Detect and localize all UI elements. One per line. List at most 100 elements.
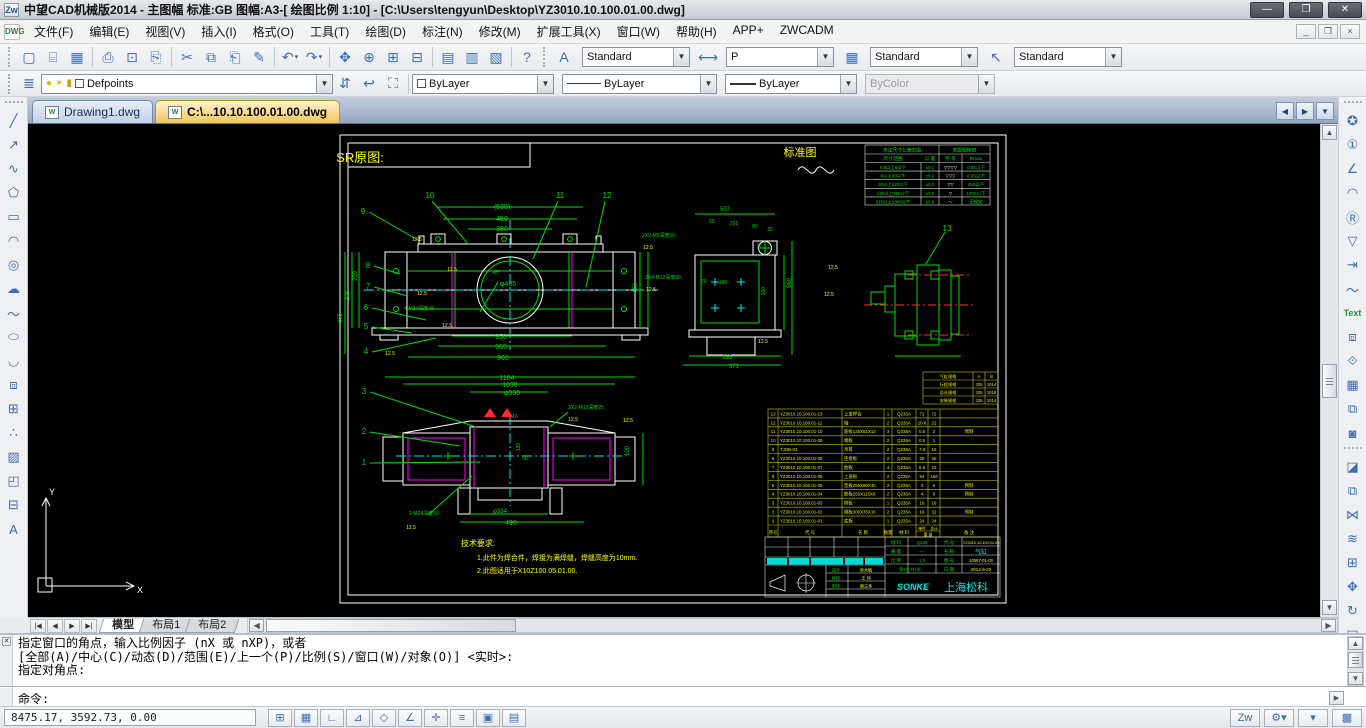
menu-item-10[interactable]: 窗口(W) bbox=[609, 20, 668, 43]
lineweight-combo-drop[interactable]: ▼ bbox=[840, 75, 856, 93]
layout-nav-3[interactable]: ▶| bbox=[81, 619, 97, 633]
menu-item-9[interactable]: 扩展工具(X) bbox=[529, 20, 609, 43]
document-tab-1[interactable]: WC:\...10.10.100.01.00.dwg bbox=[155, 100, 340, 123]
copy-detail-tool-icon[interactable]: ⧉ bbox=[1341, 397, 1365, 421]
section-line-tool-icon[interactable]: ⇥ bbox=[1341, 253, 1365, 277]
color-combo[interactable]: ByLayer ▼ bbox=[412, 74, 554, 94]
undo-icon[interactable]: ↶ bbox=[278, 46, 302, 69]
scroll-up-icon[interactable]: ▲ bbox=[1348, 637, 1363, 650]
help-icon[interactable]: ? bbox=[515, 46, 539, 69]
tab-scroll-left-icon[interactable]: ◀ bbox=[1276, 102, 1294, 120]
mleader-style-combo-drop[interactable]: ▼ bbox=[1105, 48, 1121, 66]
offset-tool-icon[interactable]: ≋ bbox=[1341, 527, 1365, 551]
layout-nav-1[interactable]: ◀ bbox=[47, 619, 63, 633]
table-tool-icon[interactable]: ⊟ bbox=[2, 493, 26, 517]
model-toggle[interactable]: ▣ bbox=[476, 709, 500, 727]
hatch-tool-icon[interactable]: ▨ bbox=[2, 445, 26, 469]
fullscreen-icon[interactable]: ▩ bbox=[1332, 709, 1362, 727]
osnap-toggle[interactable]: ◇ bbox=[372, 709, 396, 727]
layer-previous-icon[interactable]: ↩ bbox=[357, 72, 381, 95]
lineweight-toggle[interactable]: ≡ bbox=[450, 709, 474, 727]
design-center-icon[interactable]: ▤ bbox=[436, 46, 460, 69]
menu-item-0[interactable]: 文件(F) bbox=[26, 20, 81, 43]
tab-scroll-right-icon[interactable]: ▶ bbox=[1296, 102, 1314, 120]
grid-toggle[interactable]: ▦ bbox=[294, 709, 318, 727]
table-style-combo-drop[interactable]: ▼ bbox=[961, 48, 977, 66]
menu-item-11[interactable]: 帮助(H) bbox=[668, 20, 725, 43]
mdi-minimize-button[interactable]: _ bbox=[1296, 24, 1316, 39]
dyn-input-toggle[interactable]: ✛ bbox=[424, 709, 448, 727]
ellipse-tool-icon[interactable]: ⬭ bbox=[2, 325, 26, 349]
copy-clip-icon[interactable]: ⧉ bbox=[199, 46, 223, 69]
open-file-icon[interactable]: ⌸ bbox=[41, 46, 65, 69]
toolbar-grip[interactable] bbox=[1344, 101, 1362, 106]
settings-gear-icon[interactable]: ⚙▾ bbox=[1264, 709, 1294, 727]
command-prompt[interactable]: 命令: bbox=[18, 690, 49, 707]
workspace-drop-icon[interactable]: ▾ bbox=[1298, 709, 1328, 727]
move-tool-icon[interactable]: ✥ bbox=[1341, 575, 1365, 599]
layer-isolate-icon[interactable]: ⛶ bbox=[381, 72, 405, 95]
block-lib-tool-icon[interactable]: ⧈ bbox=[1341, 325, 1365, 349]
copy-tool-icon[interactable]: ⧉ bbox=[1341, 479, 1365, 503]
layer-combo[interactable]: ● ✶ ▮ Defpoints ▼ bbox=[41, 74, 333, 94]
linetype-combo-drop[interactable]: ▼ bbox=[700, 75, 716, 93]
menu-item-13[interactable]: ZWCADM bbox=[772, 20, 842, 43]
layout-tab-布局2[interactable]: 布局2 bbox=[185, 619, 240, 633]
toolbar-grip[interactable] bbox=[543, 47, 548, 67]
menu-item-5[interactable]: 工具(T) bbox=[302, 20, 357, 43]
make-block-tool-icon[interactable]: ⊞ bbox=[2, 397, 26, 421]
dim-style-combo-drop[interactable]: ▼ bbox=[817, 48, 833, 66]
zoom-previous-icon[interactable]: ⊟ bbox=[405, 46, 429, 69]
table-style-icon[interactable]: ▦ bbox=[840, 46, 864, 69]
menu-item-8[interactable]: 修改(M) bbox=[471, 20, 529, 43]
circle-tool-icon[interactable]: ◎ bbox=[2, 253, 26, 277]
scroll-up-icon[interactable]: ▲ bbox=[1322, 125, 1337, 140]
toolbar-grip[interactable] bbox=[8, 47, 13, 67]
menu-item-1[interactable]: 编辑(E) bbox=[81, 20, 137, 43]
layer-manager-icon[interactable]: ≣ bbox=[17, 72, 41, 95]
tab-menu-icon[interactable]: ▼ bbox=[1316, 102, 1334, 120]
menu-item-3[interactable]: 插入(I) bbox=[193, 20, 244, 43]
layout-toggle[interactable]: ▤ bbox=[502, 709, 526, 727]
close-button[interactable]: ✕ bbox=[1328, 2, 1362, 18]
tool-palette-icon[interactable]: ▧ bbox=[484, 46, 508, 69]
mtext-tool-icon[interactable]: A bbox=[2, 517, 26, 541]
dim-style-icon[interactable]: ⟷ bbox=[696, 46, 720, 69]
layout-nav-0[interactable]: |◀ bbox=[30, 619, 46, 633]
roughness-tool-icon[interactable]: ▽ bbox=[1341, 229, 1365, 253]
print-preview-icon[interactable]: ⊡ bbox=[120, 46, 144, 69]
line-tool-icon[interactable]: ╱ bbox=[2, 109, 26, 133]
text-style-icon[interactable]: A bbox=[552, 46, 576, 69]
redo-icon[interactable]: ↷ bbox=[302, 46, 326, 69]
scroll-thumb[interactable] bbox=[1322, 364, 1337, 398]
ortho-toggle[interactable]: ∟ bbox=[320, 709, 344, 727]
spline-tool-icon[interactable]: 〜 bbox=[2, 301, 26, 325]
drawing-canvas[interactable]: SR原图:标准图10111298765432113(530)4503803505… bbox=[28, 124, 1320, 617]
cut-icon[interactable]: ✂ bbox=[175, 46, 199, 69]
lineweight-combo[interactable]: ByLayer ▼ bbox=[725, 74, 857, 94]
polyline-tool-icon[interactable]: ∿ bbox=[2, 157, 26, 181]
linetype-combo[interactable]: ByLayer ▼ bbox=[562, 74, 717, 94]
mdi-restore-button[interactable]: ❐ bbox=[1318, 24, 1338, 39]
revcloud-tool-icon[interactable]: ☁ bbox=[2, 277, 26, 301]
text-style-combo[interactable]: Standard▼ bbox=[582, 47, 690, 67]
polygon-tool-icon[interactable]: ⬠ bbox=[2, 181, 26, 205]
rotate-tool-icon[interactable]: ↻ bbox=[1341, 599, 1365, 623]
insert-block-tool-icon[interactable]: ⧈ bbox=[2, 373, 26, 397]
scroll-down-icon[interactable]: ▼ bbox=[1322, 600, 1337, 615]
toolbar-grip[interactable] bbox=[1344, 447, 1362, 452]
hscroll-thumb[interactable] bbox=[266, 619, 516, 632]
layer-states-icon[interactable]: ⇵ bbox=[333, 72, 357, 95]
restore-button[interactable]: ❐ bbox=[1289, 2, 1323, 18]
menu-item-12[interactable]: APP+ bbox=[725, 20, 772, 43]
callout-tool-icon[interactable]: ① bbox=[1341, 133, 1365, 157]
ordinate-dim-tool-icon[interactable]: ∠ bbox=[1341, 157, 1365, 181]
table-style-combo[interactable]: Standard▼ bbox=[870, 47, 978, 67]
zoom-window-icon[interactable]: ⊞ bbox=[381, 46, 405, 69]
block-help-tool-icon[interactable]: ◙ bbox=[1341, 421, 1365, 445]
snap-toggle[interactable]: ⊞ bbox=[268, 709, 292, 727]
menu-item-6[interactable]: 绘图(D) bbox=[357, 20, 414, 43]
toolbar-grip[interactable] bbox=[8, 74, 13, 94]
drawing-vscrollbar[interactable]: ▲ ▼ bbox=[1320, 124, 1338, 617]
mleader-style-icon[interactable]: ↖ bbox=[984, 46, 1008, 69]
